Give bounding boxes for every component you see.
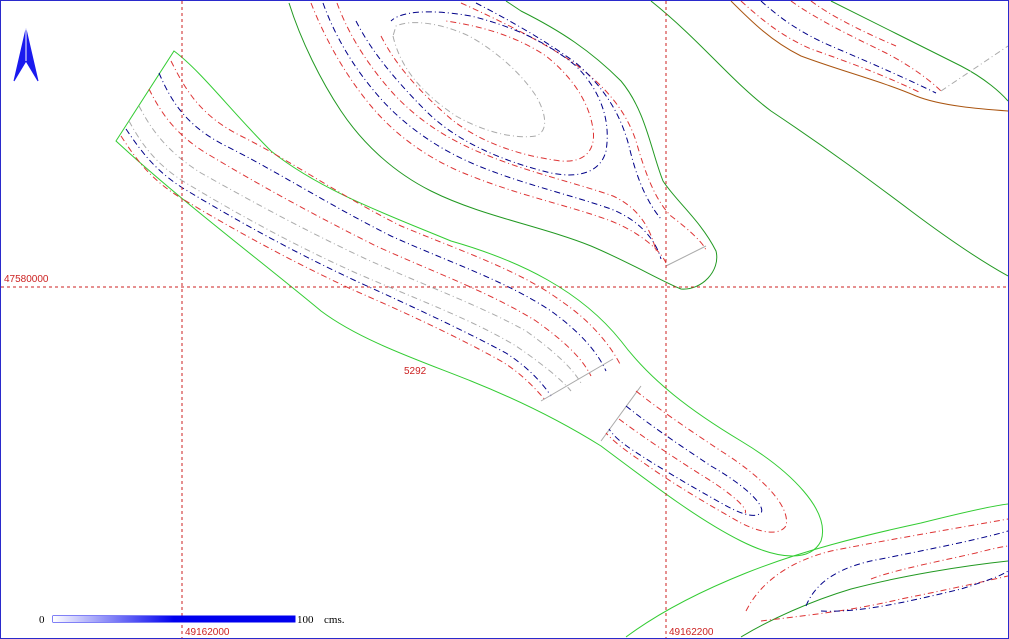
contour-line <box>665 245 707 267</box>
contour-line <box>625 503 1008 638</box>
scale-bar-unit-label: cms. <box>324 614 345 626</box>
scale-bar: 0 100 cms. <box>39 614 345 626</box>
map-viewport[interactable]: 47580000 49162000 49162200 5292 0 100 cm… <box>0 0 1009 639</box>
contour-line <box>830 1 1008 102</box>
contour-line <box>608 405 763 516</box>
scale-bar-end-label: 100 <box>297 614 314 626</box>
parcel-label: 5292 <box>404 366 427 377</box>
contour-line <box>650 1 1008 277</box>
contour-line <box>730 1 1008 112</box>
contour-line <box>380 20 595 162</box>
scale-bar-start-label: 0 <box>39 614 45 626</box>
grid-label-x: 49162200 <box>669 627 714 638</box>
contour-line <box>148 88 592 377</box>
contour-line <box>310 2 707 264</box>
grid-label-y: 47580000 <box>4 274 49 285</box>
contour-line <box>158 72 607 372</box>
contour-line <box>125 128 552 397</box>
contour-line <box>618 418 746 514</box>
grid-label-x: 49162000 <box>185 627 230 638</box>
map-canvas: 47580000 49162000 49162200 5292 0 100 cm… <box>1 1 1008 638</box>
contour-line <box>760 1 937 94</box>
contour-line <box>120 135 547 402</box>
contour-line <box>740 1 942 94</box>
north-arrow-icon <box>13 28 39 82</box>
contour-line <box>940 45 1008 92</box>
contour-line <box>540 358 642 442</box>
contour-line <box>138 105 582 384</box>
contour-line <box>392 22 546 138</box>
contour-line <box>745 518 1008 622</box>
